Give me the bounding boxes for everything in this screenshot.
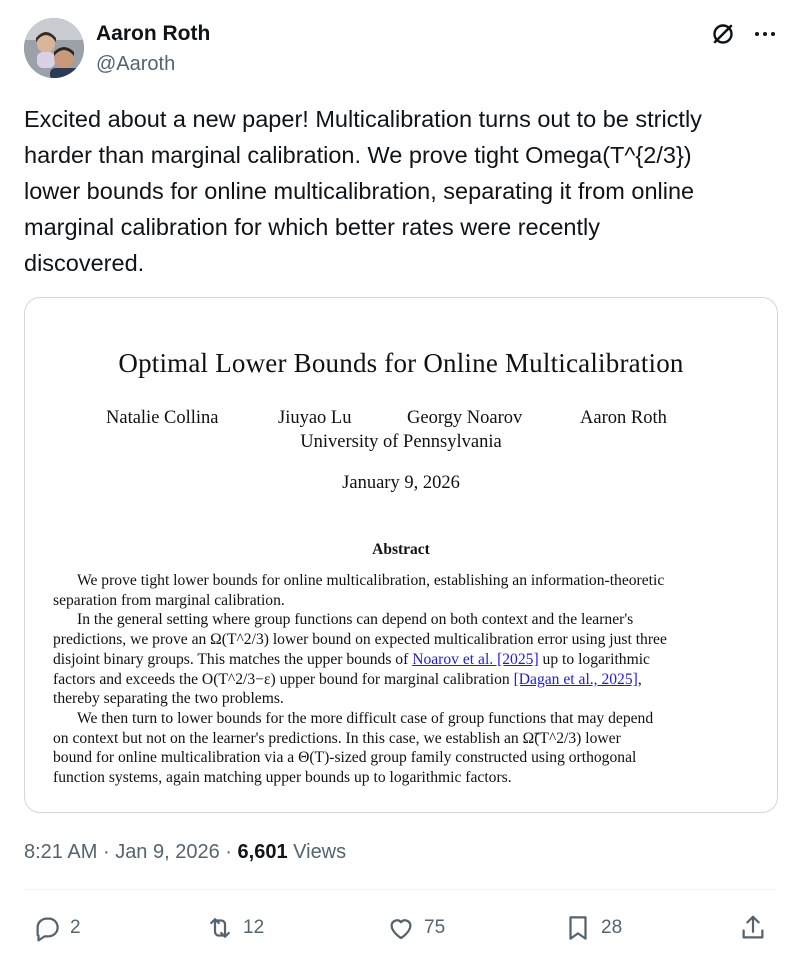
meta-separator: ·: [102, 841, 110, 863]
abstract-line: disjoint binary groups. This matches the…: [53, 650, 737, 670]
abstract-text: ,: [637, 671, 642, 688]
paper-author: Georgy Noarov: [407, 408, 523, 428]
like-count: 75: [424, 917, 446, 938]
abstract-line: separation from marginal calibration.: [53, 592, 285, 609]
repost-count: 12: [243, 917, 265, 938]
bookmark-icon: [569, 916, 587, 940]
avatar-photo: [24, 18, 84, 78]
reply-count: 2: [70, 917, 81, 938]
abstract-line: factors and exceeds the O(T^2/3−ε) upper…: [53, 670, 737, 690]
paper-title: Optimal Lower Bounds for Online Multical…: [118, 348, 684, 378]
bookmark-button[interactable]: 28: [563, 906, 622, 950]
meta-separator: ·: [225, 841, 232, 863]
action-bar: 2 12 75 28: [0, 906, 801, 950]
abstract-line: We prove tight lower bounds for online m…: [77, 572, 665, 589]
author-handle[interactable]: @Aaroth: [96, 51, 175, 77]
grok-icon[interactable]: [709, 20, 737, 48]
tweet-date[interactable]: Jan 9, 2026: [115, 841, 220, 863]
divider: [24, 889, 777, 890]
author-name[interactable]: Aaron Roth: [96, 20, 210, 48]
paper-image-card[interactable]: Optimal Lower Bounds for Online Multical…: [24, 297, 778, 813]
header-actions: [709, 20, 779, 48]
share-button[interactable]: [738, 906, 768, 950]
paper-author: Aaron Roth: [580, 408, 667, 428]
share-icon: [742, 915, 764, 939]
citation-link[interactable]: [Dagan et al., 2025]: [514, 671, 638, 688]
abstract-text: up to logarithmic: [538, 651, 650, 668]
paper-author: Jiuyao Lu: [278, 408, 352, 428]
paper-author: Natalie Collina: [106, 408, 219, 428]
like-button[interactable]: 75: [386, 906, 445, 950]
tweet-text: Excited about a new paper! Multicalibrat…: [24, 106, 702, 276]
like-icon: [390, 919, 412, 940]
reply-icon: [36, 917, 59, 942]
reply-button[interactable]: 2: [32, 906, 81, 950]
paper-affiliation: University of Pennsylvania: [300, 432, 502, 452]
abstract-text: disjoint binary groups. This matches the…: [53, 651, 413, 668]
abstract-line: on context but not on the learner's pred…: [53, 730, 621, 747]
paper-date: January 9, 2026: [342, 473, 460, 493]
tweet-meta: 8:21 AM · Jan 9, 2026 · 6,601 Views: [24, 838, 346, 866]
abstract-line: We then turn to lower bounds for the mor…: [77, 710, 654, 727]
abstract-text: factors and exceeds the O(T^2/3−ε) upper…: [53, 671, 514, 688]
abstract-line: predictions, we prove an Ω(T^2/3) lower …: [53, 631, 667, 648]
repost-button[interactable]: 12: [205, 906, 264, 950]
citation-link[interactable]: Noarov et al. [2025]: [412, 651, 538, 668]
more-icon[interactable]: [751, 20, 779, 48]
abstract-line: bound for online multicalibration via a …: [53, 749, 637, 766]
avatar[interactable]: [24, 18, 84, 78]
bookmark-count: 28: [601, 917, 623, 938]
abstract-line: In the general setting where group funct…: [77, 611, 634, 628]
abstract-heading: Abstract: [372, 541, 430, 558]
tweet-time[interactable]: 8:21 AM: [24, 841, 97, 863]
views-count: 6,601: [237, 841, 288, 863]
repost-icon: [210, 918, 230, 938]
abstract-line: function systems, again matching upper b…: [53, 769, 512, 786]
views-label: Views: [293, 841, 347, 863]
abstract-line: thereby separating the two problems.: [53, 690, 284, 707]
